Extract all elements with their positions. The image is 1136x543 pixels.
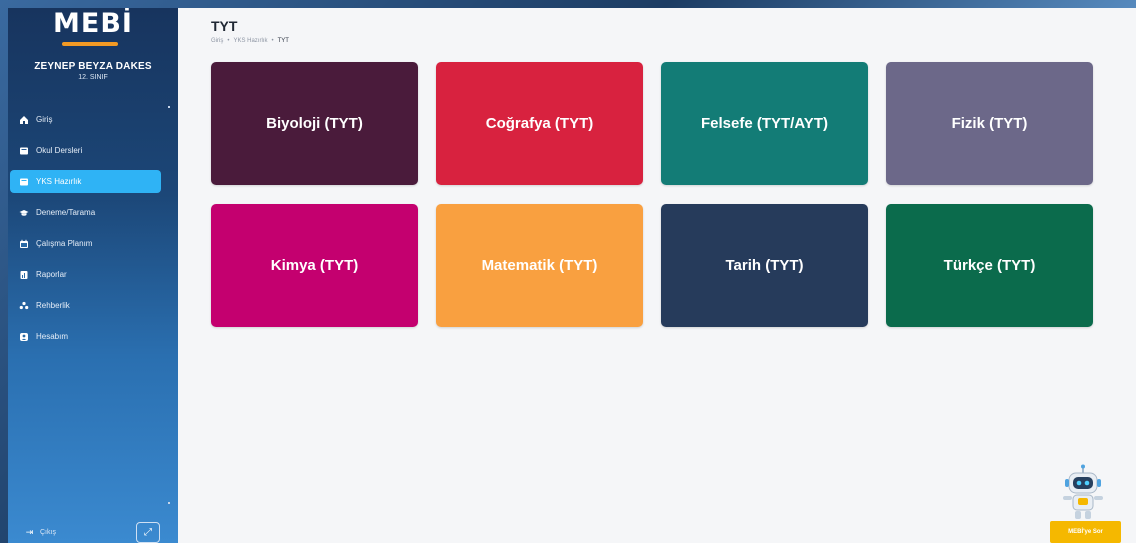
subject-card-turkce[interactable]: Türkçe (TYT) [886,204,1093,327]
mebi-logo: MEBİ [53,8,133,39]
subject-card-felsefe[interactable]: Felsefe (TYT/AYT) [661,62,868,185]
logout-label: Çıkış [40,529,56,536]
subject-card-fizik[interactable]: Fizik (TYT) [886,62,1093,185]
book-icon [18,176,29,187]
sidebar-item-label: Okul Dersleri [36,146,83,155]
breadcrumb-yks-hazirlik[interactable]: YKS Hazırlık [233,38,267,44]
user-class: 12. SINIF [78,74,108,81]
logout-button[interactable]: ⇥ Çıkış [24,527,56,538]
sidebar-item-okul-dersleri[interactable]: Okul Dersleri [10,139,161,162]
sidebar-item-label: Deneme/Tarama [36,208,96,217]
breadcrumb-separator: • [271,38,274,44]
sidebar-item-label: Giriş [36,115,53,124]
user-icon [18,331,29,342]
book-icon [18,145,29,156]
sidebar-item-deneme-tarama[interactable]: Deneme/Tarama [10,201,161,224]
sidebar-item-hesabim[interactable]: Hesabım [10,325,161,348]
ask-mebi-button[interactable]: MEBİ'ye Sor [1050,521,1121,543]
graduation-cap-icon [18,207,29,218]
subject-card-cografya[interactable]: Coğrafya (TYT) [436,62,643,185]
subject-card-kimya[interactable]: Kimya (TYT) [211,204,418,327]
home-icon [18,114,29,125]
sidebar-item-giris[interactable]: Giriş [10,108,161,131]
breadcrumb-current: TYT [277,38,289,44]
calendar-icon [18,238,29,249]
subject-grid: Biyoloji (TYT) Coğrafya (TYT) Felsefe (T… [211,62,1093,327]
breadcrumb-giris[interactable]: Giriş [211,38,223,44]
sidebar: MEBİ ZEYNEP BEYZA DAKES 12. SINIF Giriş … [8,8,178,543]
sidebar-item-label: Çalışma Planım [36,239,93,248]
user-name: ZEYNEP BEYZA DAKES [34,61,152,72]
logout-icon: ⇥ [25,527,34,537]
robot-assistant-icon[interactable] [1058,464,1108,524]
breadcrumb: Giriş • YKS Hazırlık • TYT [211,38,289,44]
sidebar-nav: Giriş Okul Dersleri YKS Hazırlık Deneme/… [8,108,178,356]
expand-icon: ⤢ [144,527,152,538]
people-icon [18,300,29,311]
sidebar-item-rehberlik[interactable]: Rehberlik [10,294,161,317]
sidebar-item-label: Raporlar [36,270,67,279]
sidebar-item-label: Rehberlik [36,301,70,310]
sidebar-item-yks-hazirlik[interactable]: YKS Hazırlık [10,170,161,193]
breadcrumb-separator: • [227,38,230,44]
main-content: TYT Giriş • YKS Hazırlık • TYT Biyoloji … [178,8,1136,543]
sidebar-item-raporlar[interactable]: Raporlar [10,263,161,286]
sidebar-item-calisma-planim[interactable]: Çalışma Planım [10,232,161,255]
app-window: MEBİ ZEYNEP BEYZA DAKES 12. SINIF Giriş … [8,8,1136,543]
sidebar-item-label: Hesabım [36,332,69,341]
sidebar-item-label: YKS Hazırlık [36,177,82,186]
subject-card-biyoloji[interactable]: Biyoloji (TYT) [211,62,418,185]
subject-card-matematik[interactable]: Matematik (TYT) [436,204,643,327]
page-title: TYT [211,18,238,34]
subject-card-tarih[interactable]: Tarih (TYT) [661,204,868,327]
scroll-indicator-bottom [168,502,170,504]
logo-underline [62,42,118,46]
expand-sidebar-button[interactable]: ⤢ [136,522,160,543]
report-icon [18,269,29,280]
